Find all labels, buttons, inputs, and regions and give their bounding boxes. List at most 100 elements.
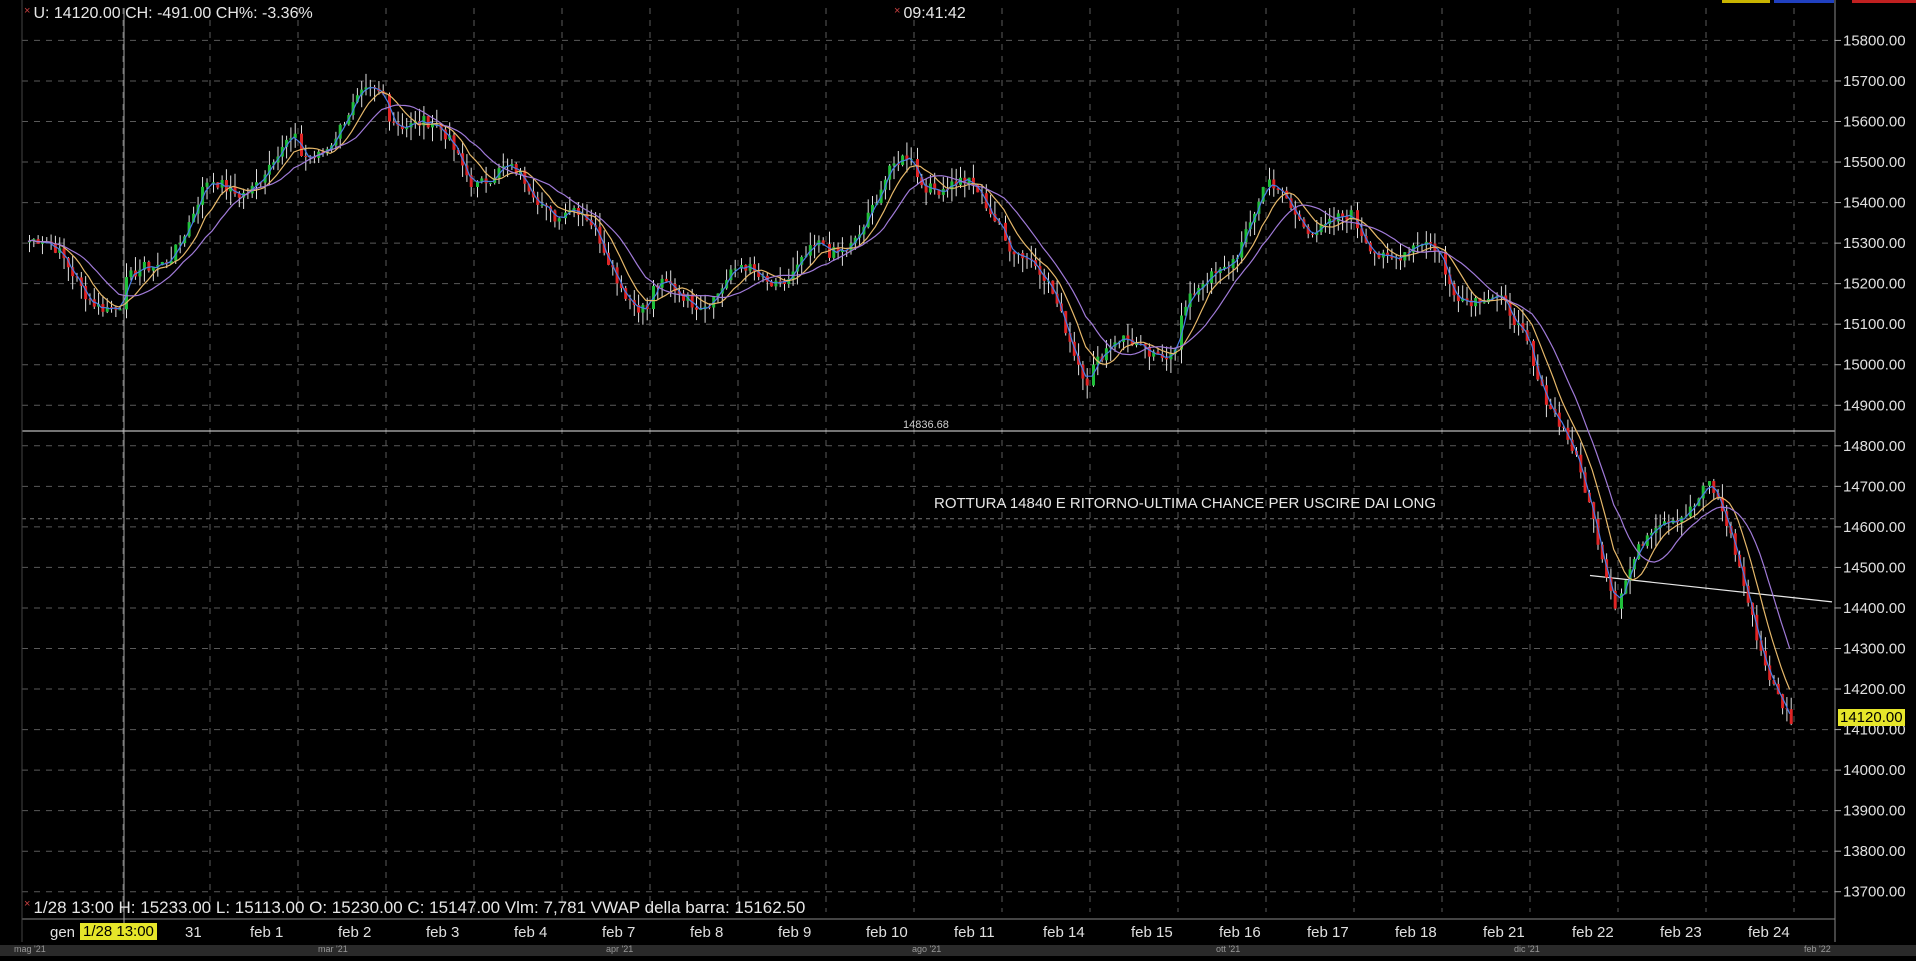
last-price-value: 14120.00 [1840, 709, 1903, 726]
overview-label: feb '22 [1804, 944, 1831, 954]
y-tick-label: 15000.00 [1843, 357, 1906, 374]
overview-label: mag '21 [14, 944, 46, 954]
y-tick-label: 13700.00 [1843, 884, 1906, 901]
candle-down [1311, 233, 1314, 235]
overview-strip[interactable]: mag '21 mar '21 apr '21 ago '21 ott '21 dic '… [0, 944, 1916, 956]
candle-up [557, 218, 561, 222]
candle-down [392, 121, 396, 123]
y-tick-label: 15500.00 [1843, 154, 1906, 171]
cursor-time-badge: 1/28 13:00 [80, 923, 157, 940]
overview-label: ott '21 [1216, 944, 1241, 954]
x-tick-label: feb 18 [1395, 924, 1437, 941]
y-tick-label: 14600.00 [1843, 519, 1906, 536]
chart-canvas[interactable]: 14836.68 ROTTURA 14840 E RITORNO-ULTIMA C… [0, 0, 1916, 956]
candle-up [733, 268, 737, 270]
candle-up [892, 163, 896, 166]
candle-up [1482, 302, 1486, 304]
x-tick-label: feb 2 [338, 924, 371, 941]
moving-averages-layer [27, 86, 1791, 715]
y-tick-label: 14300.00 [1843, 641, 1906, 658]
x-tick-label: feb 15 [1131, 924, 1173, 941]
candle-down [664, 278, 668, 282]
x-tick-label: feb 24 [1748, 924, 1790, 941]
bar-info-text: 1/28 13:00 H: 15233.00 L: 15113.00 O: 15… [33, 898, 806, 917]
candle-up [774, 280, 778, 287]
candle-down [553, 210, 557, 222]
last-price-badge: 14120.00 [1838, 709, 1905, 726]
top-mark-yellow [1722, 0, 1770, 3]
candle-up [118, 309, 122, 311]
candle-down [304, 156, 308, 158]
candle-up [205, 182, 209, 187]
candle-down [1341, 213, 1345, 217]
candle-up [941, 189, 945, 195]
x-tick-label: feb 22 [1572, 924, 1614, 941]
y-tick-label: 15800.00 [1843, 32, 1906, 49]
y-tick-label: 15700.00 [1843, 73, 1906, 90]
overview-label: ago '21 [912, 944, 942, 954]
annotation-text: ROTTURA 14840 E RITORNO-ULTIMA CHANCE PE… [934, 495, 1436, 512]
candle-down [53, 243, 57, 253]
candle-up [129, 270, 133, 278]
x-tick-label: feb 8 [690, 924, 723, 941]
y-tick-label: 15600.00 [1843, 114, 1906, 131]
close-icon[interactable]: × [894, 5, 900, 17]
overview-label: apr '21 [606, 944, 634, 954]
y-tick-label: 14700.00 [1843, 478, 1906, 495]
x-tick-label: 31 [185, 924, 202, 941]
y-tick-label: 13900.00 [1843, 803, 1906, 820]
y-tick-label: 15200.00 [1843, 276, 1906, 293]
y-tick-label: 13800.00 [1843, 843, 1906, 860]
y-tick-label: 14200.00 [1843, 681, 1906, 698]
x-tick-label: feb 14 [1043, 924, 1085, 941]
x-tick-label: feb 16 [1219, 924, 1261, 941]
x-tick-label: feb 21 [1483, 924, 1525, 941]
candle-up [1268, 179, 1271, 187]
overview-label: dic '21 [1514, 944, 1540, 954]
level-layer: 14836.68 ROTTURA 14840 E RITORNO-ULTIMA C… [22, 419, 1835, 603]
top-mark-red [1852, 0, 1916, 3]
price-chart[interactable]: 14836.68 ROTTURA 14840 E RITORNO-ULTIMA C… [0, 0, 1916, 956]
candle-down [1789, 709, 1793, 724]
x-tick-label: feb 3 [426, 924, 459, 941]
x-tick-label: feb 7 [602, 924, 635, 941]
y-tick-label: 15100.00 [1843, 316, 1906, 333]
grid-layer [22, 8, 1835, 912]
candle-down [426, 116, 430, 128]
candle-down [1272, 179, 1276, 189]
candle-up [540, 204, 544, 206]
support-level-label: 14836.68 [903, 419, 949, 431]
x-tick-label: feb 4 [514, 924, 547, 941]
close-icon[interactable]: × [24, 5, 30, 17]
close-icon[interactable]: × [24, 898, 30, 910]
top-mark-blue [1774, 0, 1834, 3]
candle-down [1165, 357, 1169, 360]
quote-header: × U: 14120.00 CH: -491.00 CH%: -3.36% [24, 5, 313, 23]
x-tick-label: gen [50, 924, 75, 941]
candle-up [1708, 481, 1711, 486]
axis-layer: 13700.0013800.0013900.0014000.0014100.00… [21, 0, 1906, 942]
candle-up [212, 182, 215, 184]
bar-info-status: × 1/28 13:00 H: 15233.00 L: 15113.00 O: 1… [24, 898, 805, 918]
cursor-time-text: 1/28 13:00 [83, 923, 154, 940]
clock: 09:41:42 [903, 5, 966, 22]
x-tick-label: feb 11 [954, 924, 995, 941]
candle-up [1122, 335, 1126, 342]
moving-average-mid [27, 91, 1791, 690]
y-tick-label: 14400.00 [1843, 600, 1906, 617]
y-tick-label: 15400.00 [1843, 195, 1906, 212]
y-tick-label: 14500.00 [1843, 559, 1906, 576]
candle-down [695, 307, 698, 310]
quote-line: U: 14120.00 CH: -491.00 CH%: -3.36% [33, 5, 313, 22]
candle-down [1085, 378, 1089, 386]
y-tick-label: 14900.00 [1843, 397, 1906, 414]
candles-layer [28, 73, 1793, 726]
x-tick-label: feb 9 [778, 924, 811, 941]
x-tick-label: feb 23 [1660, 924, 1702, 941]
y-tick-label: 14000.00 [1843, 762, 1906, 779]
x-tick-label: feb 10 [866, 924, 908, 941]
x-tick-label: feb 1 [250, 924, 283, 941]
candle-down [147, 261, 151, 271]
y-tick-label: 14800.00 [1843, 438, 1906, 455]
moving-average-fast [27, 86, 1791, 715]
